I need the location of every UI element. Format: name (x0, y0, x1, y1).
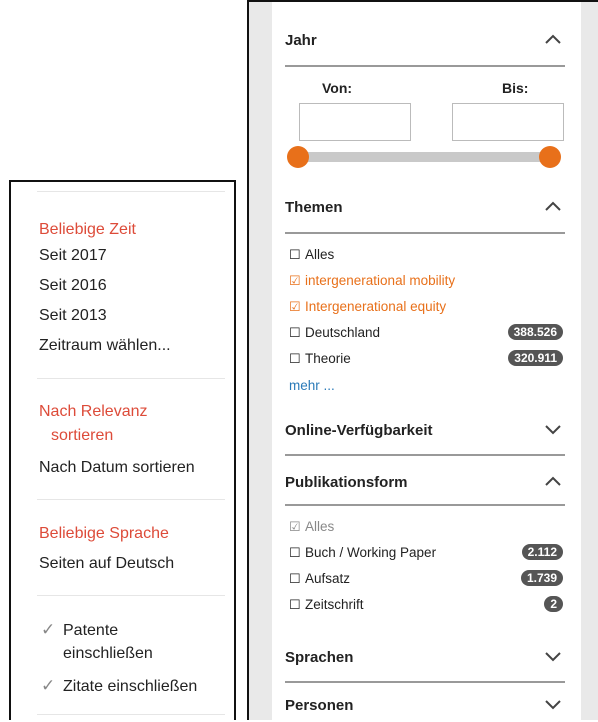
pub-facet-item[interactable]: ☑ Alles (289, 518, 563, 536)
facet-list: Jahr Von: Bis: Themen ☐ Alles ☑ intergenera… (272, 2, 581, 722)
check-icon: ✓ (41, 620, 56, 639)
topic-facet-item[interactable]: ☐ Alles (289, 246, 563, 264)
time-since-2017-option[interactable]: Seit 2017 (39, 246, 107, 266)
checkbox-icon[interactable]: ☐ (289, 544, 302, 562)
time-custom-range-option[interactable]: Zeitraum wählen... (39, 336, 171, 356)
topic-facet-label: intergenerational mobility (305, 273, 456, 288)
language-any-option[interactable]: Beliebige Sprache (39, 524, 169, 544)
topic-facet-label: Theorie (305, 351, 351, 366)
pub-facet-label: Zeitschrift (305, 597, 364, 612)
sort-date-option[interactable]: Nach Datum sortieren (39, 458, 195, 478)
divider (37, 714, 225, 715)
topic-facet-label: Alles (305, 247, 335, 262)
checked-checkbox-icon[interactable]: ☑ (289, 272, 302, 290)
divider (285, 681, 565, 683)
checkbox-icon[interactable]: ☐ (289, 570, 302, 588)
include-patents-label: Patente (63, 622, 119, 639)
online-availability-section-header[interactable]: Online-Verfügbarkeit (285, 422, 563, 439)
checkbox-icon[interactable]: ☐ (289, 324, 302, 342)
facet-sidebar: Jahr Von: Bis: Themen ☐ Alles ☑ intergenera… (247, 0, 598, 722)
divider (285, 454, 565, 456)
count-badge: 1.739 (520, 570, 563, 586)
divider (37, 378, 225, 379)
checked-checkbox-icon[interactable]: ☑ (289, 518, 302, 536)
pub-facet-item[interactable]: ☐ Buch / Working Paper 2.112 (289, 544, 563, 562)
divider (285, 232, 565, 234)
year-section-title: Jahr (285, 32, 317, 49)
topics-more-link[interactable]: mehr ... (289, 378, 335, 393)
year-range-slider[interactable] (287, 146, 561, 168)
publication-form-section-title: Publikationsform (285, 474, 408, 491)
languages-section-header[interactable]: Sprachen (285, 649, 563, 666)
time-since-2016-option[interactable]: Seit 2016 (39, 276, 107, 296)
count-badge: 2.112 (521, 544, 563, 560)
topics-section-header[interactable]: Themen (285, 199, 563, 216)
divider (37, 499, 225, 500)
languages-section-title: Sprachen (285, 649, 354, 666)
year-from-input[interactable] (299, 103, 411, 141)
chevron-up-icon (545, 201, 561, 211)
checkbox-icon[interactable]: ☐ (289, 596, 302, 614)
year-range-max-handle[interactable] (539, 146, 561, 168)
chevron-down-icon (545, 425, 561, 435)
topic-facet-label: Intergenerational equity (305, 299, 447, 314)
topic-facet-label: Deutschland (305, 325, 381, 340)
divider (285, 504, 565, 506)
topic-facet-item[interactable]: ☑ intergenerational mobility (289, 272, 563, 290)
time-since-2013-option[interactable]: Seit 2013 (39, 306, 107, 326)
year-to-label: Bis: (502, 80, 529, 96)
checkbox-icon[interactable]: ☐ (289, 350, 302, 368)
divider (285, 65, 565, 67)
year-range-min-handle[interactable] (287, 146, 309, 168)
pub-facet-label: Buch / Working Paper (305, 545, 437, 560)
publication-form-section-header[interactable]: Publikationsform (285, 474, 563, 491)
pub-facet-item[interactable]: ☐ Zeitschrift 2 (289, 596, 563, 614)
year-section-header[interactable]: Jahr (285, 32, 563, 49)
pub-facet-item[interactable]: ☐ Aufsatz 1.739 (289, 570, 563, 588)
year-to-input[interactable] (452, 103, 564, 141)
check-icon: ✓ (41, 676, 56, 695)
topic-facet-item[interactable]: ☐ Deutschland 388.526 (289, 324, 563, 342)
divider (37, 595, 225, 596)
year-from-label: Von: (322, 80, 353, 96)
pub-facet-label: Alles (305, 519, 335, 534)
language-german-option[interactable]: Seiten auf Deutsch (39, 554, 174, 574)
count-badge: 2 (544, 596, 563, 612)
include-citations-label: Zitate einschließen (63, 678, 198, 695)
topic-facet-item[interactable]: ☑ Intergenerational equity (289, 298, 563, 316)
include-citations-checkbox[interactable]: ✓ Zitate einschließen (41, 675, 197, 698)
online-availability-section-title: Online-Verfügbarkeit (285, 422, 433, 439)
divider (37, 191, 225, 192)
chevron-down-icon (545, 652, 561, 662)
search-tools-panel: Beliebige Zeit Seit 2017 Seit 2016 Seit … (9, 180, 236, 720)
topic-facet-item[interactable]: ☐ Theorie 320.911 (289, 350, 563, 368)
count-badge: 388.526 (507, 324, 563, 340)
include-patents-label-line2: einschließen (63, 645, 153, 662)
pub-facet-label: Aufsatz (305, 571, 351, 586)
time-any-option[interactable]: Beliebige Zeit (39, 220, 136, 240)
sort-relevance-option[interactable]: Nach Relevanz (39, 402, 148, 422)
chevron-up-icon (545, 34, 561, 44)
chevron-up-icon (545, 476, 561, 486)
persons-section-title: Personen (285, 697, 354, 714)
checkbox-icon[interactable]: ☐ (289, 246, 302, 264)
sort-relevance-option-line2[interactable]: sortieren (51, 426, 113, 446)
chevron-down-icon (545, 700, 561, 710)
checked-checkbox-icon[interactable]: ☑ (289, 298, 302, 316)
topics-section-title: Themen (285, 199, 343, 216)
count-badge: 320.911 (508, 350, 563, 366)
persons-section-header[interactable]: Personen (285, 697, 563, 714)
include-patents-checkbox[interactable]: ✓ Patente (41, 619, 118, 642)
